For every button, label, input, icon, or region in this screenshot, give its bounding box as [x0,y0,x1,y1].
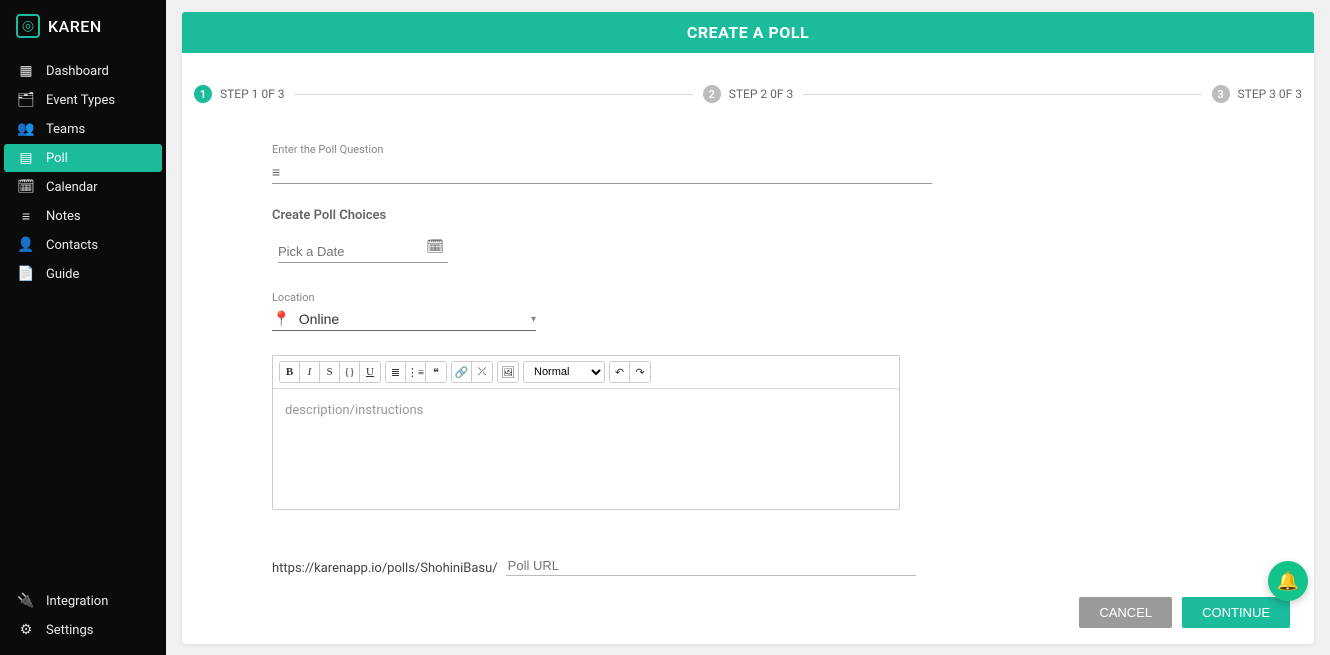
settings-icon: ⚙ [18,622,34,638]
sidebar-nav-top: ▦ Dashboard 🗂 Event Types 👥 Teams ▤ Poll… [0,56,166,289]
editor-body[interactable]: description/instructions [273,389,899,509]
step-dot-3: 3 [1212,85,1230,103]
rich-text-editor: B I S {} U ≣ ⋮≡ ❝ 🔗 ⤫ [272,355,900,510]
location-select[interactable]: Online [299,311,531,327]
choices-label: Create Poll Choices [272,208,1072,223]
guide-icon: 📄 [18,266,34,282]
step-label: STEP 1 0F 3 [220,87,284,101]
underline-button[interactable]: U [360,362,380,382]
poll-icon: ▤ [18,150,34,166]
sidebar-nav-bottom: 🔌 Integration ⚙ Settings [0,586,166,655]
unordered-list-button[interactable]: ⋮≡ [406,362,426,382]
sidebar-item-guide[interactable]: 📄 Guide [4,260,162,288]
editor-toolbar: B I S {} U ≣ ⋮≡ ❝ 🔗 ⤫ [273,356,899,389]
sidebar-item-contacts[interactable]: 👤 Contacts [4,231,162,259]
question-label: Enter the Poll Question [272,143,1072,156]
step-line [803,94,1201,95]
step-dot-1: 1 [194,85,212,103]
date-picker[interactable]: 🗓 [278,235,448,263]
redo-button[interactable]: ↷ [630,362,650,382]
step-dot-2: 2 [703,85,721,103]
italic-button[interactable]: I [300,362,320,382]
continue-button[interactable]: CONTINUE [1182,597,1290,628]
date-input[interactable] [278,244,448,259]
format-select[interactable]: Normal [523,361,605,383]
step-1[interactable]: 1 STEP 1 0F 3 [194,85,284,103]
poll-question-input[interactable] [272,160,932,184]
poll-url-prefix: https://karenapp.io/polls/ShohiniBasu/ [272,561,498,576]
sidebar-item-teams[interactable]: 👥 Teams [4,115,162,143]
brand-name: KAREN [48,17,102,36]
main: CREATE A POLL 1 STEP 1 0F 3 2 STEP 2 0F … [166,0,1330,655]
card: CREATE A POLL 1 STEP 1 0F 3 2 STEP 2 0F … [182,12,1314,644]
step-label: STEP 3 0F 3 [1238,87,1302,101]
brand-logo-icon: ◎ [16,14,40,38]
sidebar-item-dashboard[interactable]: ▦ Dashboard [4,57,162,85]
bold-button[interactable]: B [280,362,300,382]
location-label: Location [272,291,1072,304]
bell-icon: 🔔 [1277,571,1299,592]
location-select-wrap[interactable]: 📍 Online ▾ [272,308,536,331]
link-button[interactable]: 🔗 [452,362,472,382]
sidebar-item-label: Contacts [46,238,98,253]
teams-icon: 👥 [18,121,34,137]
calendar-icon: 🗓 [18,179,34,195]
sidebar-item-label: Event Types [46,93,115,108]
blockquote-button[interactable]: ❝ [426,362,446,382]
code-block-button[interactable]: {} [340,362,360,382]
sidebar-item-label: Notes [46,209,81,224]
ordered-list-button[interactable]: ≣ [386,362,406,382]
undo-button[interactable]: ↶ [610,362,630,382]
sidebar-item-event-types[interactable]: 🗂 Event Types [4,86,162,114]
step-label: STEP 2 0F 3 [729,87,793,101]
sidebar-item-label: Integration [46,594,108,609]
sidebar-item-notes[interactable]: ≡ Notes [4,202,162,230]
notes-icon: ≡ [18,208,34,224]
sidebar-item-label: Guide [46,267,79,282]
unlink-button[interactable]: ⤫ [472,362,492,382]
sidebar-item-calendar[interactable]: 🗓 Calendar [4,173,162,201]
cancel-button[interactable]: CANCEL [1079,597,1172,628]
stepper: 1 STEP 1 0F 3 2 STEP 2 0F 3 3 STEP 3 0F … [182,85,1314,103]
calendar-icon[interactable]: 🗓 [426,239,444,255]
page-title: CREATE A POLL [182,12,1314,53]
sidebar-item-label: Calendar [46,180,98,195]
sidebar: ◎ KAREN ▦ Dashboard 🗂 Event Types 👥 Team… [0,0,166,655]
sidebar-item-settings[interactable]: ⚙ Settings [4,616,162,644]
sidebar-item-integration[interactable]: 🔌 Integration [4,587,162,615]
sidebar-item-poll[interactable]: ▤ Poll [4,144,162,172]
location-pin-icon: 📍 [272,310,291,328]
form: Enter the Poll Question ≡ Create Poll Ch… [182,143,1162,576]
dashboard-icon: ▦ [18,63,34,79]
poll-url-row: https://karenapp.io/polls/ShohiniBasu/ [272,556,1072,576]
sidebar-item-label: Settings [46,623,93,638]
chevron-down-icon: ▾ [531,314,536,325]
brand: ◎ KAREN [0,0,166,56]
integration-icon: 🔌 [18,593,34,609]
event-types-icon: 🗂 [18,92,34,108]
poll-url-input[interactable] [506,556,916,576]
sidebar-item-label: Dashboard [46,64,109,79]
image-button[interactable]: 🖼 [498,362,518,382]
step-3[interactable]: 3 STEP 3 0F 3 [1212,85,1302,103]
question-input-wrap: ≡ [272,160,932,184]
step-line [294,94,692,95]
step-2[interactable]: 2 STEP 2 0F 3 [703,85,793,103]
footer-buttons: CANCEL CONTINUE [1079,597,1290,628]
notifications-fab[interactable]: 🔔 [1268,561,1308,601]
sidebar-item-label: Teams [46,122,85,137]
strike-button[interactable]: S [320,362,340,382]
sidebar-item-label: Poll [46,151,68,166]
contacts-icon: 👤 [18,237,34,253]
